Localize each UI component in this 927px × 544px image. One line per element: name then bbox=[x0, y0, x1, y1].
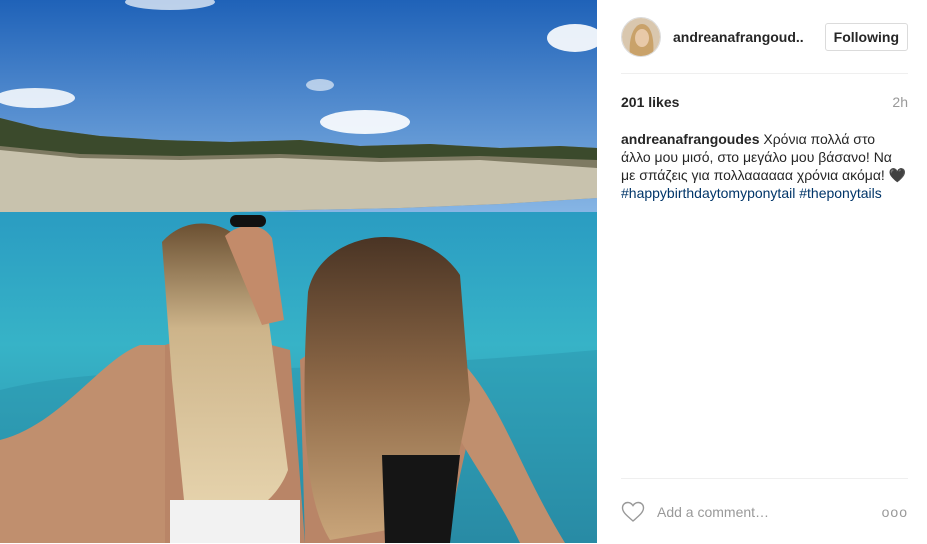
post-photo-image bbox=[0, 0, 597, 543]
post-photo[interactable] bbox=[0, 0, 597, 543]
avatar[interactable] bbox=[621, 16, 661, 57]
post-footer: ooo bbox=[621, 478, 908, 544]
post-header: andreanafrangoud.. Following bbox=[621, 0, 908, 74]
hashtag-happybirthday[interactable]: #happybirthdaytomyponytail bbox=[621, 185, 795, 201]
post-stats: 201 likes 2h bbox=[621, 94, 908, 110]
more-options-icon[interactable]: ooo bbox=[882, 504, 908, 520]
instagram-post: andreanafrangoud.. Following 201 likes 2… bbox=[0, 0, 927, 543]
heart-outline-icon[interactable] bbox=[621, 501, 645, 523]
post-time[interactable]: 2h bbox=[892, 94, 908, 110]
caption-username[interactable]: andreanafrangoudes bbox=[621, 131, 759, 147]
post-sidebar: andreanafrangoud.. Following 201 likes 2… bbox=[597, 0, 927, 543]
profile-avatar-icon bbox=[622, 17, 660, 56]
header-username[interactable]: andreanafrangoud.. bbox=[673, 29, 809, 45]
hashtag-theponytails[interactable]: #theponytails bbox=[799, 185, 882, 201]
black-heart-emoji: 🖤 bbox=[888, 167, 907, 183]
comment-input[interactable] bbox=[655, 502, 859, 521]
post-caption: andreanafrangoudes Χρόνια πολλά στο άλλο… bbox=[621, 130, 908, 202]
likes-count[interactable]: 201 likes bbox=[621, 94, 679, 110]
following-button[interactable]: Following bbox=[824, 22, 908, 51]
